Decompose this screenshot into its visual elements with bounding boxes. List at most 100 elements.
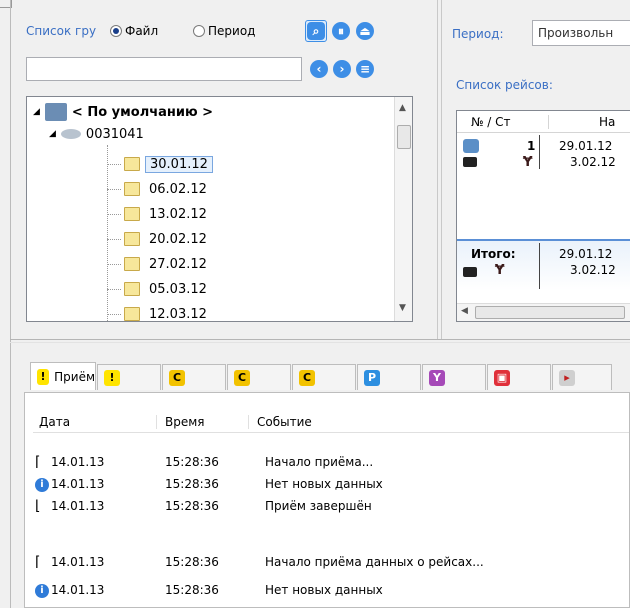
card-icon (463, 267, 477, 277)
event-log-header: Дата Время Событие (33, 411, 629, 433)
flight-row-num: 1 (527, 139, 536, 153)
list-icon[interactable]: ≡ (356, 60, 374, 78)
folder-icon (124, 257, 140, 271)
totals-date2: 3.02.12 (570, 263, 616, 277)
log-time: 15:28:36 (165, 499, 219, 513)
antenna-off-icon: Ɏ (495, 263, 505, 278)
column-header-time[interactable]: Время (157, 414, 249, 429)
tab-more-icon: ▸ (559, 369, 575, 386)
log-event: Начало приёма данных о рейсах... (265, 555, 484, 569)
log-event: Нет новых данных (265, 477, 383, 491)
totals-row: Итого: 29.01.12 Ɏ 3.02.12 (457, 239, 630, 291)
scroll-thumb[interactable] (397, 125, 411, 149)
tab-warnings[interactable]: ! (97, 364, 161, 390)
flights-grid[interactable]: № / Ст На 1 29.01.12 Ɏ 3.02.12 Итого: 29… (456, 110, 630, 322)
tree-scrollbar[interactable]: ▲ ▼ (394, 97, 412, 321)
tab-receive-label: Приём (54, 369, 95, 384)
eject-icon[interactable]: ⏏ (356, 22, 374, 40)
group-list-label: Список гру (26, 24, 97, 38)
radio-file[interactable]: Файл (110, 24, 158, 38)
event-log[interactable]: Дата Время Событие ⌈ 14.01.13 15:28:36 Н… (24, 392, 630, 608)
flight-row-date1: 29.01.12 (559, 139, 613, 153)
tab-receive[interactable]: ! Приём (30, 362, 96, 390)
tab-c2[interactable]: C (227, 364, 291, 390)
flights-h-scrollbar[interactable]: ◀ (457, 303, 630, 321)
flights-list-label: Список рейсов: (456, 78, 553, 92)
binoculars-icon: ⌕ (307, 22, 325, 40)
scroll-down-icon[interactable]: ▼ (399, 303, 406, 313)
column-header-date[interactable]: Дата (33, 414, 157, 429)
radio-period[interactable]: Период (193, 24, 255, 38)
tab-p[interactable]: P (357, 364, 421, 390)
tab-bar: ! Приём ! C C C P Y ▣ ▸ (24, 362, 630, 392)
binoculars-button[interactable]: ⌕ (305, 20, 327, 42)
scroll-thumb[interactable] (475, 306, 625, 319)
log-row[interactable]: i 14.01.13 15:28:36 Нет новых данных (35, 579, 383, 601)
columns-icon[interactable]: ⏸ (332, 22, 350, 40)
log-date: 14.01.13 (51, 477, 105, 491)
disk-icon (60, 129, 81, 139)
tab-card[interactable]: ▣ (487, 364, 551, 390)
tab-more[interactable]: ▸ (552, 364, 612, 390)
splitter-horizontal-2 (10, 342, 630, 343)
tree-device[interactable]: ◢ 0031041 (49, 123, 144, 145)
flight-row-date2: 3.02.12 (570, 155, 616, 169)
tree-date-label: 13.02.12 (149, 206, 207, 222)
tree-date-item[interactable]: 05.03.12 (107, 278, 211, 300)
tree-date-item[interactable]: 27.02.12 (107, 253, 211, 275)
log-row[interactable]: i 14.01.13 15:28:36 Нет новых данных (35, 473, 383, 495)
tree-connector (107, 238, 121, 240)
bracket-start-icon: ⌈ (35, 454, 41, 470)
tree-date-item[interactable]: 20.02.12 (107, 228, 211, 250)
log-time: 15:28:36 (165, 555, 219, 569)
tree-date-label: 30.01.12 (145, 155, 213, 173)
log-time: 15:28:36 (165, 455, 219, 469)
warning-icon: ! (37, 368, 50, 385)
arrow-right-icon[interactable]: › (333, 60, 351, 78)
tree-connector (107, 213, 121, 215)
folder-icon (124, 157, 140, 171)
scroll-left-icon[interactable]: ◀ (461, 306, 468, 316)
log-time: 15:28:36 (165, 477, 219, 491)
column-header-num[interactable]: № / Ст (471, 114, 549, 129)
log-date: 14.01.13 (51, 555, 105, 569)
tab-c3[interactable]: C (292, 364, 356, 390)
database-icon (44, 103, 67, 121)
tree-date-item[interactable]: 06.02.12 (107, 178, 211, 200)
antenna-icon: Y (429, 369, 445, 386)
scroll-up-icon[interactable]: ▲ (399, 103, 406, 113)
search-input[interactable] (26, 57, 302, 81)
splitter-vertical[interactable] (437, 0, 438, 340)
log-row[interactable]: ⌊ 14.01.13 15:28:36 Приём завершён (35, 495, 372, 517)
p-icon: P (364, 369, 380, 386)
transfer-icon (463, 139, 479, 153)
log-date: 14.01.13 (51, 583, 105, 597)
c-icon: C (299, 369, 315, 386)
radio-period-label: Период (208, 24, 256, 38)
splitter-horizontal[interactable] (10, 339, 630, 340)
warning-icon: ! (104, 369, 120, 386)
tree-date-label: 05.03.12 (149, 281, 207, 297)
tree-root[interactable]: ◢ < По умолчанию > (33, 101, 213, 123)
log-row[interactable]: ⌈ 14.01.13 15:28:36 Начало приёма... (35, 451, 373, 473)
arrow-left-icon[interactable]: ‹ (310, 60, 328, 78)
antenna-off-icon: Ɏ (523, 155, 533, 170)
folder-icon (124, 232, 140, 246)
tree-connector (107, 288, 121, 290)
tree-date-label: 20.02.12 (149, 231, 207, 247)
tree-date-item[interactable]: 13.02.12 (107, 203, 211, 225)
totals-label: Итого: (471, 247, 516, 261)
tree-date-item[interactable]: 12.03.12 (107, 303, 211, 321)
column-header-event[interactable]: Событие (249, 415, 312, 429)
period-select[interactable]: Произвольн (532, 20, 630, 46)
tree-device-label: 0031041 (85, 126, 144, 142)
bracket-end-icon: ⌊ (35, 498, 41, 514)
c-icon: C (169, 369, 185, 386)
tab-antenna[interactable]: Y (422, 364, 486, 390)
tree-view[interactable]: ◢ < По умолчанию > ◢ 0031041 30.01.12 06… (26, 96, 413, 322)
log-row[interactable]: ⌈ 14.01.13 15:28:36 Начало приёма данных… (35, 551, 484, 573)
tree-date-item[interactable]: 30.01.12 (107, 153, 213, 175)
collapse-icon: ◢ (33, 107, 40, 117)
column-header-start[interactable]: На (599, 115, 615, 129)
tab-c1[interactable]: C (162, 364, 226, 390)
